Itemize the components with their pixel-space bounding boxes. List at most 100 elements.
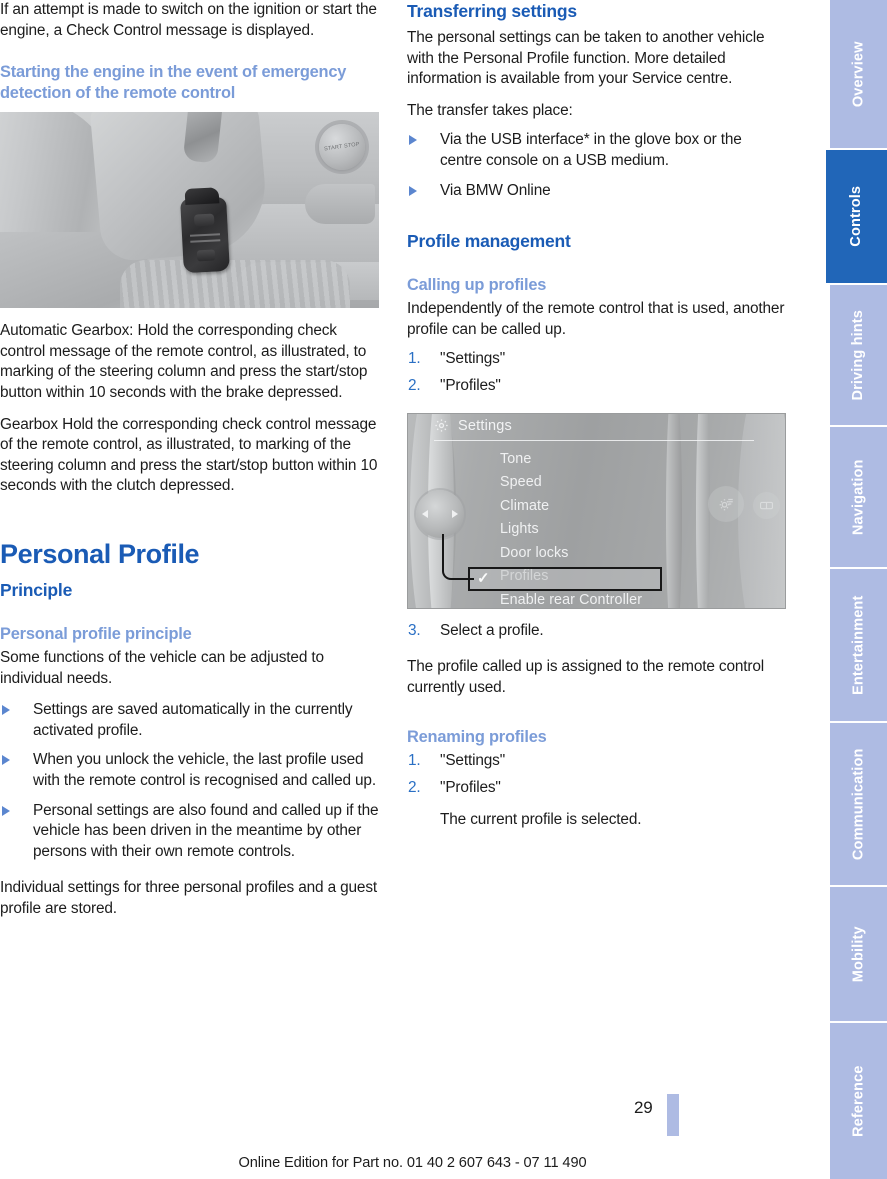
list-item-text: Settings are saved automatically in the … [33,701,353,739]
list-item: Personal settings are also found and cal… [0,801,379,863]
remote-control-key-fob [180,197,230,274]
intro-paragraph: If an attempt is made to switch on the i… [0,1,377,39]
right-column: Transferring settings The personal setti… [407,0,786,830]
renaming-note: The current profile is selected. [440,810,642,828]
list-item: 1. "Settings" [407,349,786,370]
sidebar-tab-label: Communication [850,748,867,860]
step-number: 2. [408,778,421,796]
calling-up-paragraph: Independently of the remote control that… [407,300,785,338]
sidebar-tab-controls[interactable]: Controls [826,150,887,283]
renaming-profiles-heading: Renaming profiles [407,728,547,747]
list-item-text: Via the USB interface* in the glove box … [440,131,742,169]
sidebar-tab-label: Controls [848,186,865,247]
transferring-paragraph: The personal settings can be taken to an… [407,29,765,88]
step-number: 2. [408,376,421,394]
triangle-bullet-icon [409,185,417,196]
step-text: "Profiles" [440,376,501,394]
sidebar-tab-reference[interactable]: Reference [830,1023,887,1179]
list-item: 3. Select a profile. [407,621,786,642]
idrive-menu-item-door-locks[interactable]: Door locks [500,542,730,566]
sidebar-tab-entertainment[interactable]: Entertainment [830,569,887,721]
list-item: Via the USB interface* in the glove box … [407,130,786,171]
callout-leader-line [442,533,474,580]
list-item-text: Personal settings are also found and cal… [33,801,379,860]
idrive-menu-item-tone[interactable]: Tone [500,448,730,472]
idrive-menu-item-lights[interactable]: Lights [500,518,730,542]
principle-heading: Principle [0,579,73,600]
idrive-title: Settings [458,417,512,434]
arrow-left-icon [422,509,428,518]
idrive-controller-knob-icon [416,489,464,538]
closing-paragraph: Individual settings for three personal p… [0,879,378,917]
page-number: 29 [634,1098,653,1117]
automatic-gearbox-paragraph: Automatic Gearbox: Hold the correspondin… [0,322,368,401]
arrow-right-icon [452,509,458,518]
list-item-text: When you unlock the vehicle, the last pr… [33,751,376,789]
idrive-menu-item-speed[interactable]: Speed [500,471,730,495]
manual-page: If an attempt is made to switch on the i… [0,0,887,1179]
page-title: Personal Profile [0,538,200,569]
principle-bullet-list: Settings are saved automatically in the … [0,700,379,862]
key-seam-line [189,233,221,237]
manual-gearbox-paragraph: Gearbox Hold the corresponding check con… [0,415,378,495]
principle-paragraph: Some functions of the vehicle can be adj… [0,648,324,687]
floor-mat [120,260,350,309]
key-button-lower [196,249,216,262]
personal-profile-principle-heading: Personal profile principle [0,624,192,643]
chapter-tab-sidebar: Overview Controls Driving hints Navigati… [825,0,887,1179]
profile-management-heading: Profile management [407,231,571,252]
figure-interior-remote-control: START STOP [0,112,379,309]
idrive-menu-item-enable-rear-controller[interactable]: Enable rear Controller [500,589,730,608]
triangle-bullet-icon [2,755,10,766]
idrive-selection-highlight [468,566,662,591]
checkmark-icon: ✓ [477,569,490,587]
sidebar-tab-communication[interactable]: Communication [830,723,887,885]
transferring-settings-heading: Transferring settings [407,1,577,21]
sidebar-tab-label: Mobility [850,926,867,982]
sidebar-tab-mobility[interactable]: Mobility [830,887,887,1021]
idrive-header-rule [434,439,754,441]
list-item: 2. "Profiles" [407,778,786,799]
renaming-steps-list: 1. "Settings" 2. "Profiles" [407,751,786,798]
calling-up-steps-list: 1. "Settings" 2. "Profiles" [407,349,786,396]
sidebar-tab-navigation[interactable]: Navigation [830,427,887,567]
figure-idrive-settings-screen: Settings Tone Speed Climate Lights Door … [407,412,786,609]
settings-button-icon [708,485,744,522]
idrive-menu-item-climate[interactable]: Climate [500,495,730,519]
emergency-start-heading: Starting the engine in the event of emer… [0,63,347,103]
page-number-bar [667,1094,679,1136]
step-number: 1. [408,752,421,770]
air-vent [305,184,375,225]
step-number: 3. [408,621,421,639]
list-item: Settings are saved automatically in the … [0,700,379,741]
sidebar-tab-label: Driving hints [850,309,867,401]
calling-up-profiles-heading: Calling up profiles [407,276,547,295]
step-text: "Settings" [440,350,506,368]
start-stop-label: START STOP [323,141,361,153]
triangle-bullet-icon [409,135,417,146]
sidebar-tab-label: Navigation [850,459,867,535]
footer-edition-note: Online Edition for Part no. 01 40 2 607 … [238,1155,587,1171]
sidebar-tab-label: Reference [850,1065,867,1137]
idrive-header: Settings [434,418,512,434]
sidebar-tab-overview[interactable]: Overview [830,0,887,148]
gear-icon [434,418,449,433]
step-text: Select a profile. [440,621,544,639]
list-item: 1. "Settings" [407,751,786,772]
sidebar-tab-label: Overview [850,41,867,107]
sidebar-tab-label: Entertainment [850,595,867,695]
step-number: 1. [408,350,421,368]
key-button-upper [193,213,215,227]
assigned-profile-paragraph: The profile called up is assigned to the… [407,658,765,696]
list-item-text: Via BMW Online [440,181,551,199]
list-item: Via BMW Online [407,181,786,202]
step-text: "Settings" [440,752,506,770]
start-stop-button-icon: START STOP [319,124,365,171]
sidebar-tab-driving-hints[interactable]: Driving hints [830,285,887,425]
select-profile-step-list: 3. Select a profile. [407,621,786,642]
